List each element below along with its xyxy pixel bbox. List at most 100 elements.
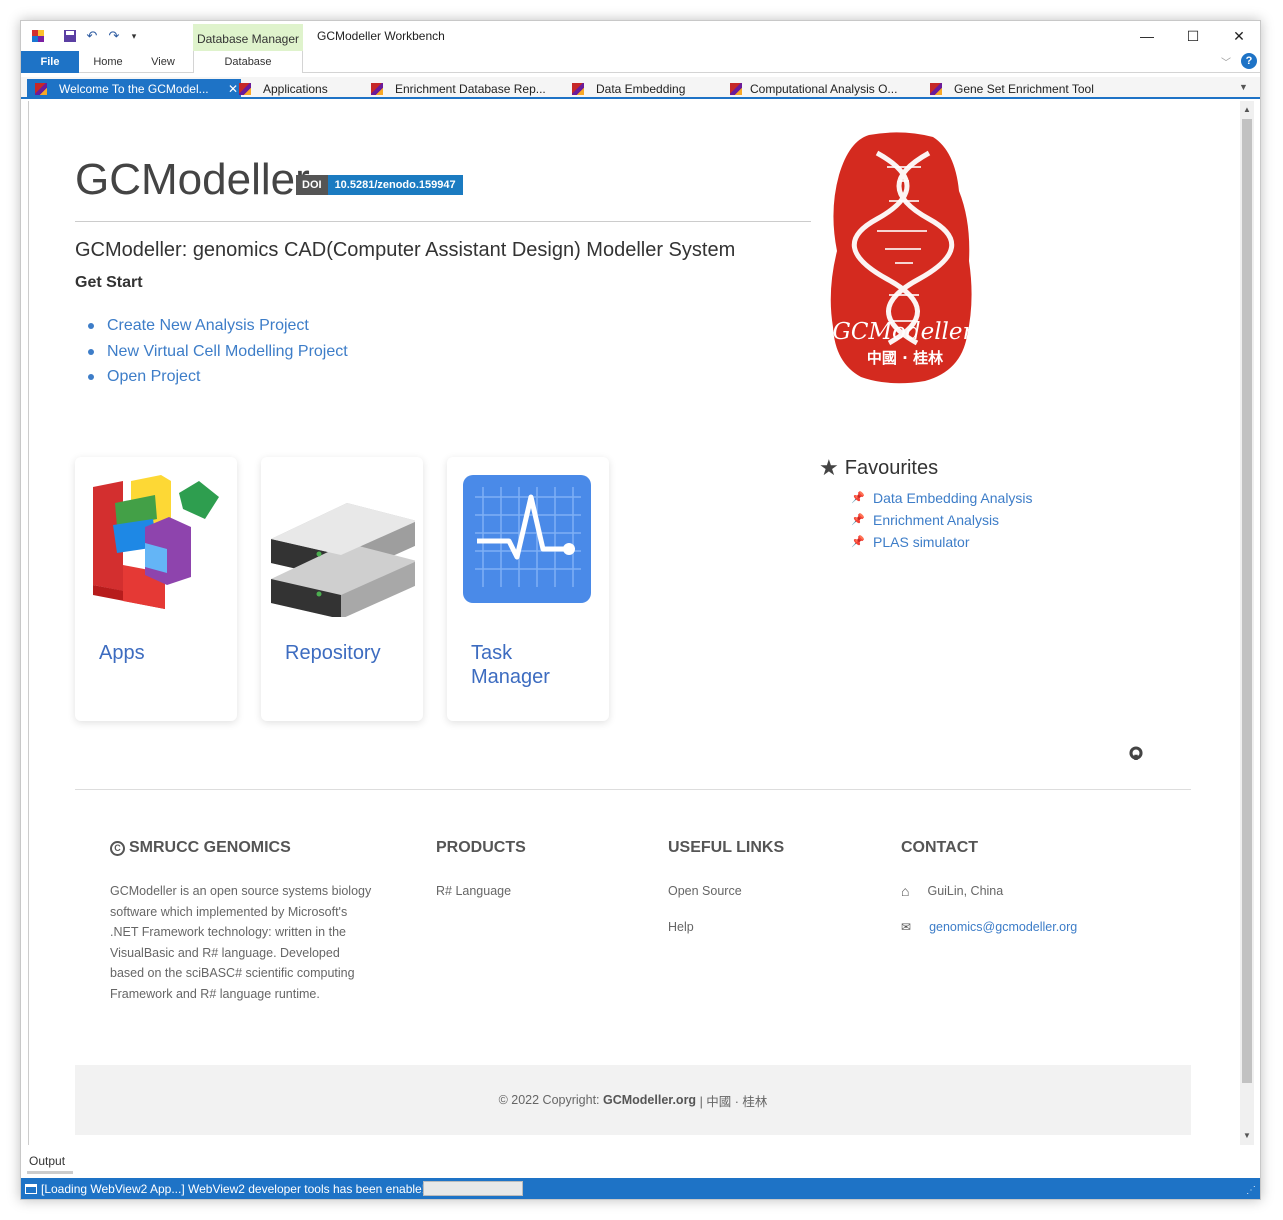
help-icon[interactable]: ?	[1241, 53, 1257, 69]
product-link-rsharp[interactable]: R# Language	[436, 881, 511, 902]
open-source-link[interactable]: Open Source	[668, 881, 742, 902]
tab-list-dropdown-icon[interactable]: ▼	[1239, 82, 1248, 92]
favourites-list: 📌 Data Embedding Analysis 📌 Enrichment Ana…	[851, 487, 1033, 553]
server-icon	[269, 467, 417, 619]
favourite-item[interactable]: 📌 PLAS simulator	[851, 531, 1033, 553]
scroll-down-icon[interactable]: ▼	[1243, 1131, 1251, 1140]
quick-access-dropdown-icon[interactable]: ▾	[125, 27, 143, 45]
scroll-up-icon[interactable]: ▲	[1243, 105, 1251, 114]
doc-tab-applications[interactable]: Applications	[239, 79, 328, 99]
github-icon[interactable]	[1129, 746, 1143, 765]
collapse-ribbon-icon[interactable]: ﹀	[1221, 54, 1231, 69]
welcome-page: GCModeller DOI 10.5281/zenodo.159947 GCM…	[28, 101, 1240, 1145]
doc-tab-welcome[interactable]: Welcome To the GCModel... ✕	[27, 79, 241, 99]
useful-links-heading: USEFUL LINKS	[668, 839, 785, 856]
footer-brand-text: SMRUCC GENOMICS	[129, 839, 291, 856]
copyright-prefix: © 2022 Copyright:	[498, 1093, 600, 1107]
star-icon: ★	[819, 455, 839, 480]
gcmodeller-logo: GCModeller 中國 · 桂林	[829, 131, 977, 390]
undo-icon[interactable]: ↶	[83, 27, 101, 45]
pin-icon: 📌	[851, 492, 865, 504]
footer-brand: C SMRUCC GENOMICS	[110, 839, 291, 857]
favourite-label: Enrichment Analysis	[873, 512, 1000, 528]
window-title: GCModeller Workbench	[317, 29, 445, 43]
footer-divider	[75, 789, 1191, 790]
output-panel-tab[interactable]: Output	[29, 1154, 65, 1168]
status-text: [Loading WebView2 App...] WebView2 devel…	[41, 1182, 426, 1196]
output-tab-indicator	[27, 1171, 73, 1174]
doc-tab-label: Applications	[263, 82, 328, 96]
document-tab-strip: Welcome To the GCModel... ✕ Applications …	[21, 77, 1260, 99]
doc-tab-icon	[239, 83, 251, 95]
copyright-site-link[interactable]: GCModeller.org	[603, 1093, 696, 1107]
close-button[interactable]: ✕	[1216, 21, 1260, 51]
apps-blocks-icon	[83, 467, 229, 617]
favourite-item[interactable]: 📌 Data Embedding Analysis	[851, 487, 1033, 509]
tab-database[interactable]: Database	[193, 51, 303, 73]
doc-tab-label: Data Embedding	[596, 82, 686, 96]
doi-value: 10.5281/zenodo.159947	[327, 175, 463, 195]
doc-tab-label: Enrichment Database Rep...	[395, 82, 546, 96]
copyright-icon: C	[110, 840, 125, 856]
tab-view[interactable]: View	[139, 51, 187, 73]
doc-tab-computational-analysis[interactable]: Computational Analysis O...	[730, 79, 897, 99]
title-divider	[75, 221, 811, 222]
task-manager-card[interactable]: Task Manager	[447, 457, 609, 721]
apps-card-title: Apps	[99, 642, 145, 664]
help-link[interactable]: Help	[668, 917, 694, 938]
new-virtual-cell-project-link[interactable]: New Virtual Cell Modelling Project	[88, 339, 348, 365]
doc-tab-gene-set-enrichment[interactable]: Gene Set Enrichment Tool	[930, 79, 1094, 99]
contact-email-link[interactable]: genomics@gcmodeller.org	[929, 917, 1077, 938]
apps-card[interactable]: Apps	[75, 457, 237, 721]
doc-tab-label: Computational Analysis O...	[750, 82, 898, 96]
doi-badge[interactable]: DOI 10.5281/zenodo.159947	[296, 175, 463, 195]
doc-tab-data-embedding[interactable]: Data Embedding	[572, 79, 685, 99]
minimize-button[interactable]: —	[1124, 21, 1170, 51]
tab-home[interactable]: Home	[83, 51, 133, 73]
status-bar: [Loading WebView2 App...] WebView2 devel…	[21, 1178, 1260, 1199]
logo-text: GCModeller	[832, 319, 975, 345]
page-subtitle: GCModeller: genomics CAD(Computer Assist…	[75, 239, 736, 261]
vertical-scrollbar[interactable]: ▲ ▼	[1240, 101, 1254, 1145]
redo-icon[interactable]: ↷	[105, 27, 123, 45]
resize-grip-icon[interactable]: ⋰	[1246, 1180, 1256, 1199]
envelope-icon: ✉	[901, 920, 912, 934]
app-window: ↶ ↷ ▾ Database Manager GCModeller Workbe…	[20, 20, 1261, 1200]
contact-heading: CONTACT	[901, 839, 979, 856]
favourites-heading: ★ Favourites	[819, 455, 938, 481]
doc-tab-icon	[371, 83, 383, 95]
copyright-suffix: | 中國 · 桂林	[699, 1094, 768, 1109]
app-icon	[29, 27, 47, 45]
logo-subtext: 中國 · 桂林	[867, 349, 944, 367]
doc-tab-icon	[572, 83, 584, 95]
contact-location: ⌂ GuiLin, China	[901, 881, 1003, 902]
scrollbar-thumb[interactable]	[1242, 119, 1252, 1083]
status-progress-bar	[423, 1181, 523, 1196]
create-new-analysis-project-link[interactable]: Create New Analysis Project	[88, 313, 348, 339]
tab-file[interactable]: File	[21, 51, 79, 73]
doc-tab-enrichment-db[interactable]: Enrichment Database Rep...	[371, 79, 546, 99]
doi-label: DOI	[296, 175, 328, 195]
title-bar: ↶ ↷ ▾ Database Manager GCModeller Workbe…	[21, 21, 1260, 51]
pin-icon: 📌	[851, 536, 865, 548]
doc-tab-label: Gene Set Enrichment Tool	[954, 82, 1094, 96]
copyright-bar: © 2022 Copyright: GCModeller.org | 中國 · …	[75, 1065, 1191, 1135]
home-icon: ⌂	[901, 883, 910, 899]
repository-card[interactable]: Repository	[261, 457, 423, 721]
task-manager-chart-icon	[455, 467, 601, 617]
status-window-icon	[25, 1184, 37, 1194]
doc-tab-icon	[35, 83, 47, 95]
contextual-group-title: Database Manager	[193, 24, 303, 51]
favourite-item[interactable]: 📌 Enrichment Analysis	[851, 509, 1033, 531]
task-manager-card-title: Task Manager	[471, 642, 550, 688]
doc-tab-icon	[730, 83, 742, 95]
footer-about: GCModeller is an open source systems bio…	[110, 884, 372, 1001]
maximize-button[interactable]: ☐	[1170, 21, 1216, 51]
open-project-link[interactable]: Open Project	[88, 364, 348, 390]
page-title: GCModeller	[75, 155, 310, 204]
save-icon[interactable]	[61, 27, 79, 45]
contact-location-text: GuiLin, China	[927, 884, 1004, 898]
pin-icon: 📌	[851, 514, 865, 526]
favourite-label: Data Embedding Analysis	[873, 490, 1033, 506]
doc-tab-label: Welcome To the GCModel...	[59, 82, 209, 96]
